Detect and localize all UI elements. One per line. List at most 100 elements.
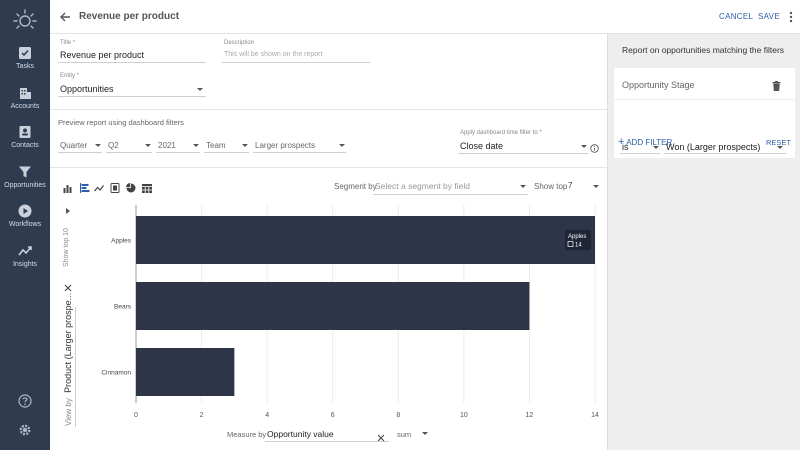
- segment-by-select[interactable]: Select a segment by field: [375, 181, 470, 191]
- cancel-button[interactable]: CANCEL: [719, 12, 753, 21]
- filter-panel-title: Report on opportunities matching the fil…: [622, 45, 785, 55]
- nav-opportunities[interactable]: Opportunities: [0, 165, 50, 189]
- funnel-icon: [19, 166, 31, 178]
- bar[interactable]: [136, 348, 235, 396]
- measure-by-select[interactable]: Opportunity value: [267, 429, 334, 439]
- x-tick-label: 4: [265, 412, 269, 419]
- info-icon[interactable]: [590, 140, 599, 158]
- period-select[interactable]: Quarter: [60, 141, 87, 150]
- team-underline: [204, 152, 249, 153]
- chevron-down-icon: [197, 88, 203, 91]
- x-tick-label: 14: [591, 412, 599, 419]
- trend-line-icon: [18, 246, 32, 256]
- description-underline: [222, 62, 370, 63]
- segment-by-label: Segment by: [334, 182, 377, 191]
- nav-label: Opportunities: [4, 182, 46, 189]
- title-label: Title *: [60, 40, 76, 46]
- more-vertical-icon[interactable]: [788, 10, 794, 28]
- time-filter-label: Apply dashboard time filter to *: [460, 130, 542, 136]
- nav-label: Contacts: [11, 142, 39, 149]
- time-filter-underline: [458, 153, 588, 154]
- building-icon: [20, 88, 31, 99]
- quarter-underline: [106, 152, 152, 153]
- measure-by-label: Measure by: [227, 430, 267, 439]
- chart-bars: [136, 216, 595, 396]
- contact-card-icon: [19, 126, 31, 138]
- divider: [50, 109, 607, 110]
- category-label: Apples: [111, 238, 132, 245]
- chart-x-ticks: 0 2 4 6 8 10 12 14: [134, 412, 599, 419]
- x-tick-label: 12: [526, 412, 534, 419]
- nav-insights[interactable]: Insights: [0, 244, 50, 268]
- trash-icon[interactable]: [772, 78, 781, 96]
- sidebar: Tasks Accounts Contacts Opportunities Wo…: [0, 0, 50, 450]
- chevron-down-icon: [593, 185, 599, 188]
- save-button[interactable]: SAVE: [758, 12, 780, 21]
- bar[interactable]: [136, 216, 595, 264]
- period-underline: [58, 152, 102, 153]
- nav-label: Accounts: [10, 103, 40, 110]
- measure-underline: [265, 441, 389, 442]
- description-field[interactable]: This will be shown on the report: [224, 51, 322, 58]
- sun-logo-icon[interactable]: [13, 8, 37, 32]
- bar[interactable]: [136, 282, 530, 330]
- filter-panel: Report on opportunities matching the fil…: [607, 34, 800, 450]
- year-underline: [156, 152, 200, 153]
- nav-tasks[interactable]: Tasks: [0, 46, 50, 70]
- x-tick-label: 6: [331, 412, 335, 419]
- x-tick-label: 10: [460, 412, 468, 419]
- check-square-icon: [19, 47, 31, 59]
- chevron-down-icon: [193, 144, 199, 147]
- nav-accounts[interactable]: Accounts: [0, 86, 50, 110]
- segment-filter-underline: [253, 152, 346, 153]
- page-title: Revenue per product: [79, 11, 180, 22]
- close-icon[interactable]: [377, 429, 385, 447]
- category-label: Bears: [114, 304, 132, 311]
- stage-value-underline: [664, 153, 786, 154]
- time-filter-select[interactable]: Close date: [460, 141, 503, 151]
- entity-select[interactable]: Opportunities: [60, 84, 114, 94]
- tooltip-label: Apples: [568, 234, 586, 240]
- help-icon[interactable]: [0, 394, 50, 413]
- title-field[interactable]: Revenue per product: [60, 50, 144, 60]
- team-select[interactable]: Team: [206, 141, 226, 150]
- entity-label: Entity *: [60, 73, 80, 79]
- nav-workflows[interactable]: Workflows: [0, 204, 50, 228]
- divider: [614, 99, 795, 100]
- header: Revenue per product CANCEL SAVE: [50, 0, 800, 34]
- category-label: Cinnamon: [101, 370, 131, 377]
- entity-underline: [58, 96, 206, 97]
- chart-categories: Apples Bears Cinnamon: [101, 238, 131, 377]
- bar-chart: Apples Bears Cinnamon 0 2 4 6 8 10 12 14 Apples 14: [101, 205, 599, 419]
- title-underline: [58, 62, 206, 63]
- x-tick-label: 2: [200, 412, 204, 419]
- chevron-down-icon: [242, 144, 248, 147]
- chevron-down-icon: [339, 144, 345, 147]
- show-top-select[interactable]: 7: [568, 181, 572, 190]
- show-top-label: Show top: [534, 182, 568, 191]
- nav-contacts[interactable]: Contacts: [0, 125, 50, 149]
- operator-underline: [620, 153, 660, 154]
- chart-tooltip: Apples 14: [565, 230, 591, 250]
- chevron-down-icon: [520, 185, 526, 188]
- reset-button[interactable]: RESET: [766, 138, 791, 147]
- x-tick-label: 8: [396, 412, 400, 419]
- stage-value-select[interactable]: Won (Larger prospects): [666, 142, 760, 152]
- year-select[interactable]: 2021: [158, 141, 176, 150]
- preview-text: Preview report using dashboard filters: [58, 118, 184, 127]
- aggregation-select[interactable]: sum: [397, 430, 411, 439]
- add-filter-button[interactable]: + ADD FILTER: [618, 136, 672, 148]
- quarter-select[interactable]: Q2: [108, 141, 119, 150]
- nav-label: Insights: [12, 261, 38, 268]
- play-circle-icon: [18, 204, 32, 218]
- segment-filter-select[interactable]: Larger prospects: [255, 141, 315, 150]
- back-arrow-icon[interactable]: [59, 10, 71, 28]
- description-label: Description: [224, 40, 255, 46]
- tooltip-value: 14: [575, 243, 582, 249]
- nav-label: Workflows: [8, 221, 42, 228]
- chevron-down-icon: [422, 432, 428, 435]
- gear-icon[interactable]: [0, 423, 50, 442]
- divider: [50, 167, 607, 168]
- chevron-down-icon: [145, 144, 151, 147]
- chevron-down-icon: [581, 145, 587, 148]
